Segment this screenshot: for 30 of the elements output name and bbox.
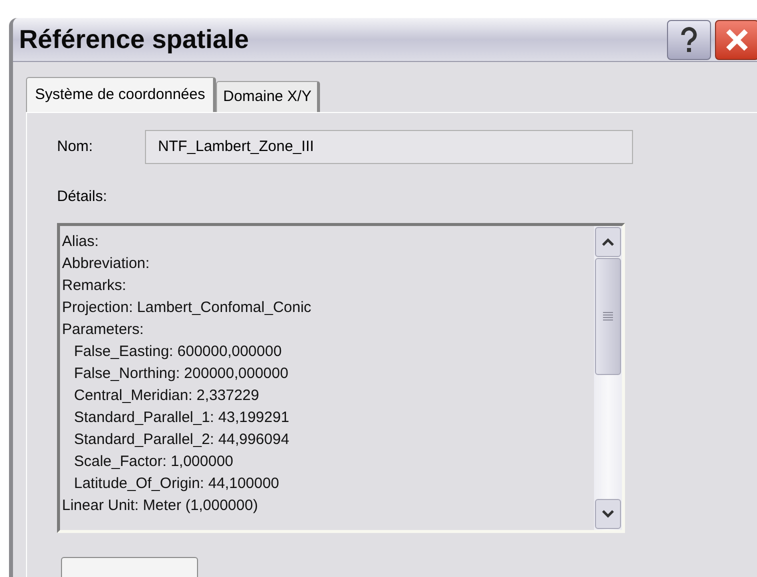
details-line: False_Northing: 200000,000000 [73,364,288,384]
details-line: Standard_Parallel_2: 44,996094 [73,430,290,450]
name-label: Nom: [57,136,94,157]
scrollbar[interactable] [594,226,622,530]
details-line: Abbreviation: [62,254,150,274]
details-line: Alias: [62,232,99,252]
help-button[interactable] [667,20,711,60]
scroll-up-button[interactable] [595,226,621,256]
details-line: Scale_Factor: 1,000000 [73,452,234,472]
question-mark-icon [680,26,698,52]
details-label: Détails: [57,187,108,207]
name-field[interactable]: NTF_Lambert_Zone_III [145,130,633,164]
close-icon [724,26,750,52]
details-line: Parameters: [62,320,144,340]
chevron-up-icon [601,236,615,246]
details-line: Remarks: [62,276,126,296]
scroll-down-button[interactable] [595,498,621,528]
grip-icon [603,311,613,321]
details-line: Standard_Parallel_1: 43,199291 [73,408,290,428]
details-line: Latitude_Of_Origin: 44,100000 [73,474,280,494]
chevron-down-icon [601,508,615,518]
tab[interactable]: Système de coordonnées [26,77,216,112]
close-button[interactable] [715,20,757,60]
details-line: Linear Unit: Meter (1,000000) [62,496,258,516]
details-line: Central_Meridian: 2,337229 [73,386,260,406]
details-line: Projection: Lambert_Confomal_Conic [62,298,312,318]
details-line: False_Easting: 600000,000000 [73,342,282,362]
tab[interactable]: Domaine X/Y [216,81,320,112]
scroll-thumb[interactable] [595,258,621,374]
window-title: Référence spatiale [19,23,250,56]
